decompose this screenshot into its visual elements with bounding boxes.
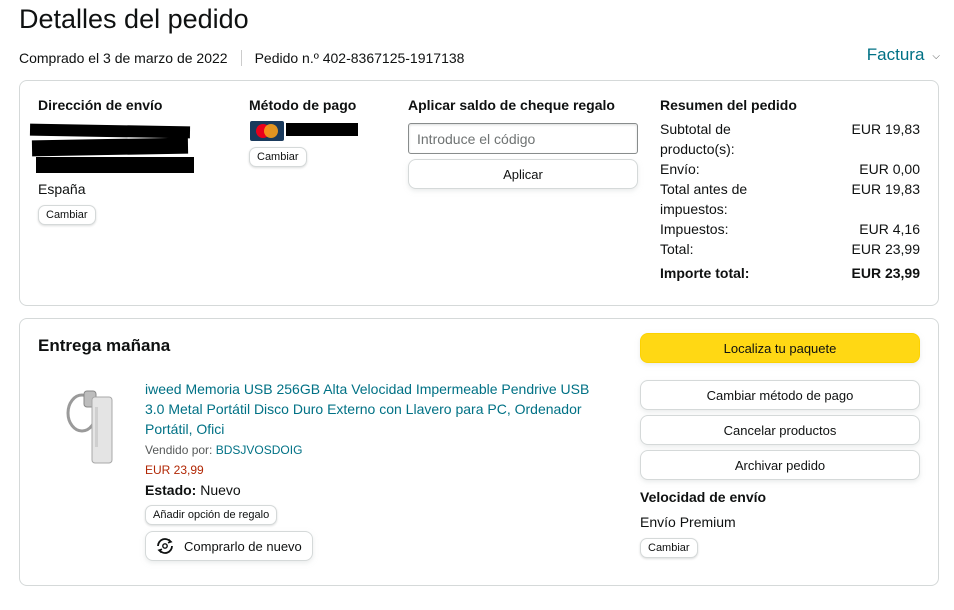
summary-heading: Resumen del pedido [660,97,797,113]
redacted-card-number [286,123,358,136]
order-number: Pedido n.º 402-8367125-1917138 [254,50,465,66]
grand-total-value: EUR 23,99 [851,265,920,281]
change-payment-method-button[interactable]: Cambiar método de pago [640,380,920,410]
summary-label: Subtotal de producto(s): [660,121,735,157]
mastercard-icon [250,121,284,141]
summary-label: Total: [660,241,694,257]
summary-value: EUR 19,83 [851,121,920,137]
gift-card-heading: Aplicar saldo de cheque regalo [408,97,615,113]
product-image[interactable] [64,383,116,467]
summary-value: EUR 19,83 [851,181,920,197]
product-condition: Estado: Nuevo [145,482,241,498]
invoice-label: Factura [866,45,925,64]
condition-value: Nuevo [200,482,241,498]
summary-row: Total: EUR 23,99 [660,239,920,259]
card-circle-orange [264,124,278,138]
chevron-down-icon: ⌵ [932,50,940,62]
summary-value: EUR 23,99 [851,241,920,257]
redacted-city [36,157,194,173]
shipping-speed-heading: Velocidad de envío [640,489,767,505]
redacted-name [29,123,191,139]
summary-label: Impuestos: [660,221,729,237]
shipping-address-heading: Dirección de envío [38,97,163,113]
sold-by-label: Vendido por: [145,443,213,457]
change-shipping-speed-button[interactable]: Cambiar [640,538,698,558]
condition-label: Estado: [145,482,197,498]
shipping-speed-value: Envío Premium [640,514,736,530]
product-price: EUR 23,99 [145,463,204,477]
payment-method-heading: Método de pago [249,97,357,113]
order-info-box: Dirección de envío España Cambiar Método… [19,80,939,306]
divider [240,50,242,66]
cancel-products-button[interactable]: Cancelar productos [640,415,920,445]
summary-row: Envío: EUR 0,00 [660,159,920,179]
product-title-link[interactable]: iweed Memoria USB 256GB Alta Velocidad I… [145,379,605,439]
summary-label: Envío: [660,161,700,177]
seller-link[interactable]: BDSJVOSDOIG [216,443,303,457]
buy-again-label: Comprarlo de nuevo [184,538,302,554]
summary-row: Total antes de impuestos: EUR 19,83 [660,179,920,219]
sold-by: Vendido por: BDSJVOSDOIG [145,443,302,457]
summary-label: Total antes de impuestos: [660,181,748,217]
delivery-box: Entrega mañana iweed Memoria USB 256GB A… [19,318,939,586]
summary-row: Impuestos: EUR 4,16 [660,219,920,239]
track-package-button[interactable]: Localiza tu paquete [640,333,920,363]
page-title: Detalles del pedido [19,4,249,34]
buy-again-button[interactable]: Comprarlo de nuevo [145,531,313,561]
summary-value: EUR 4,16 [859,221,920,237]
purchase-date: Comprado el 3 de marzo de 2022 [19,50,228,66]
summary-value: EUR 0,00 [859,161,920,177]
shipping-country: España [38,181,86,197]
gift-code-input[interactable] [408,123,638,154]
delivery-title: Entrega mañana [38,336,171,355]
order-summary: Resumen del pedido Subtotal de producto(… [660,97,920,283]
change-address-button[interactable]: Cambiar [38,205,96,225]
order-meta: Comprado el 3 de marzo de 2022 Pedido n.… [19,50,464,66]
grand-total-row: Importe total: EUR 23,99 [660,263,920,283]
apply-gift-button[interactable]: Aplicar [408,159,638,189]
change-payment-small-button[interactable]: Cambiar [249,147,307,167]
invoice-dropdown[interactable]: Factura ⌵ [867,45,940,65]
add-gift-option-button[interactable]: Añadir opción de regalo [145,505,278,525]
summary-row: Subtotal de producto(s): EUR 19,83 [660,119,920,159]
redacted-street [31,137,189,157]
grand-total-label: Importe total: [660,265,750,281]
buy-again-icon [157,538,173,554]
archive-order-button[interactable]: Archivar pedido [640,450,920,480]
